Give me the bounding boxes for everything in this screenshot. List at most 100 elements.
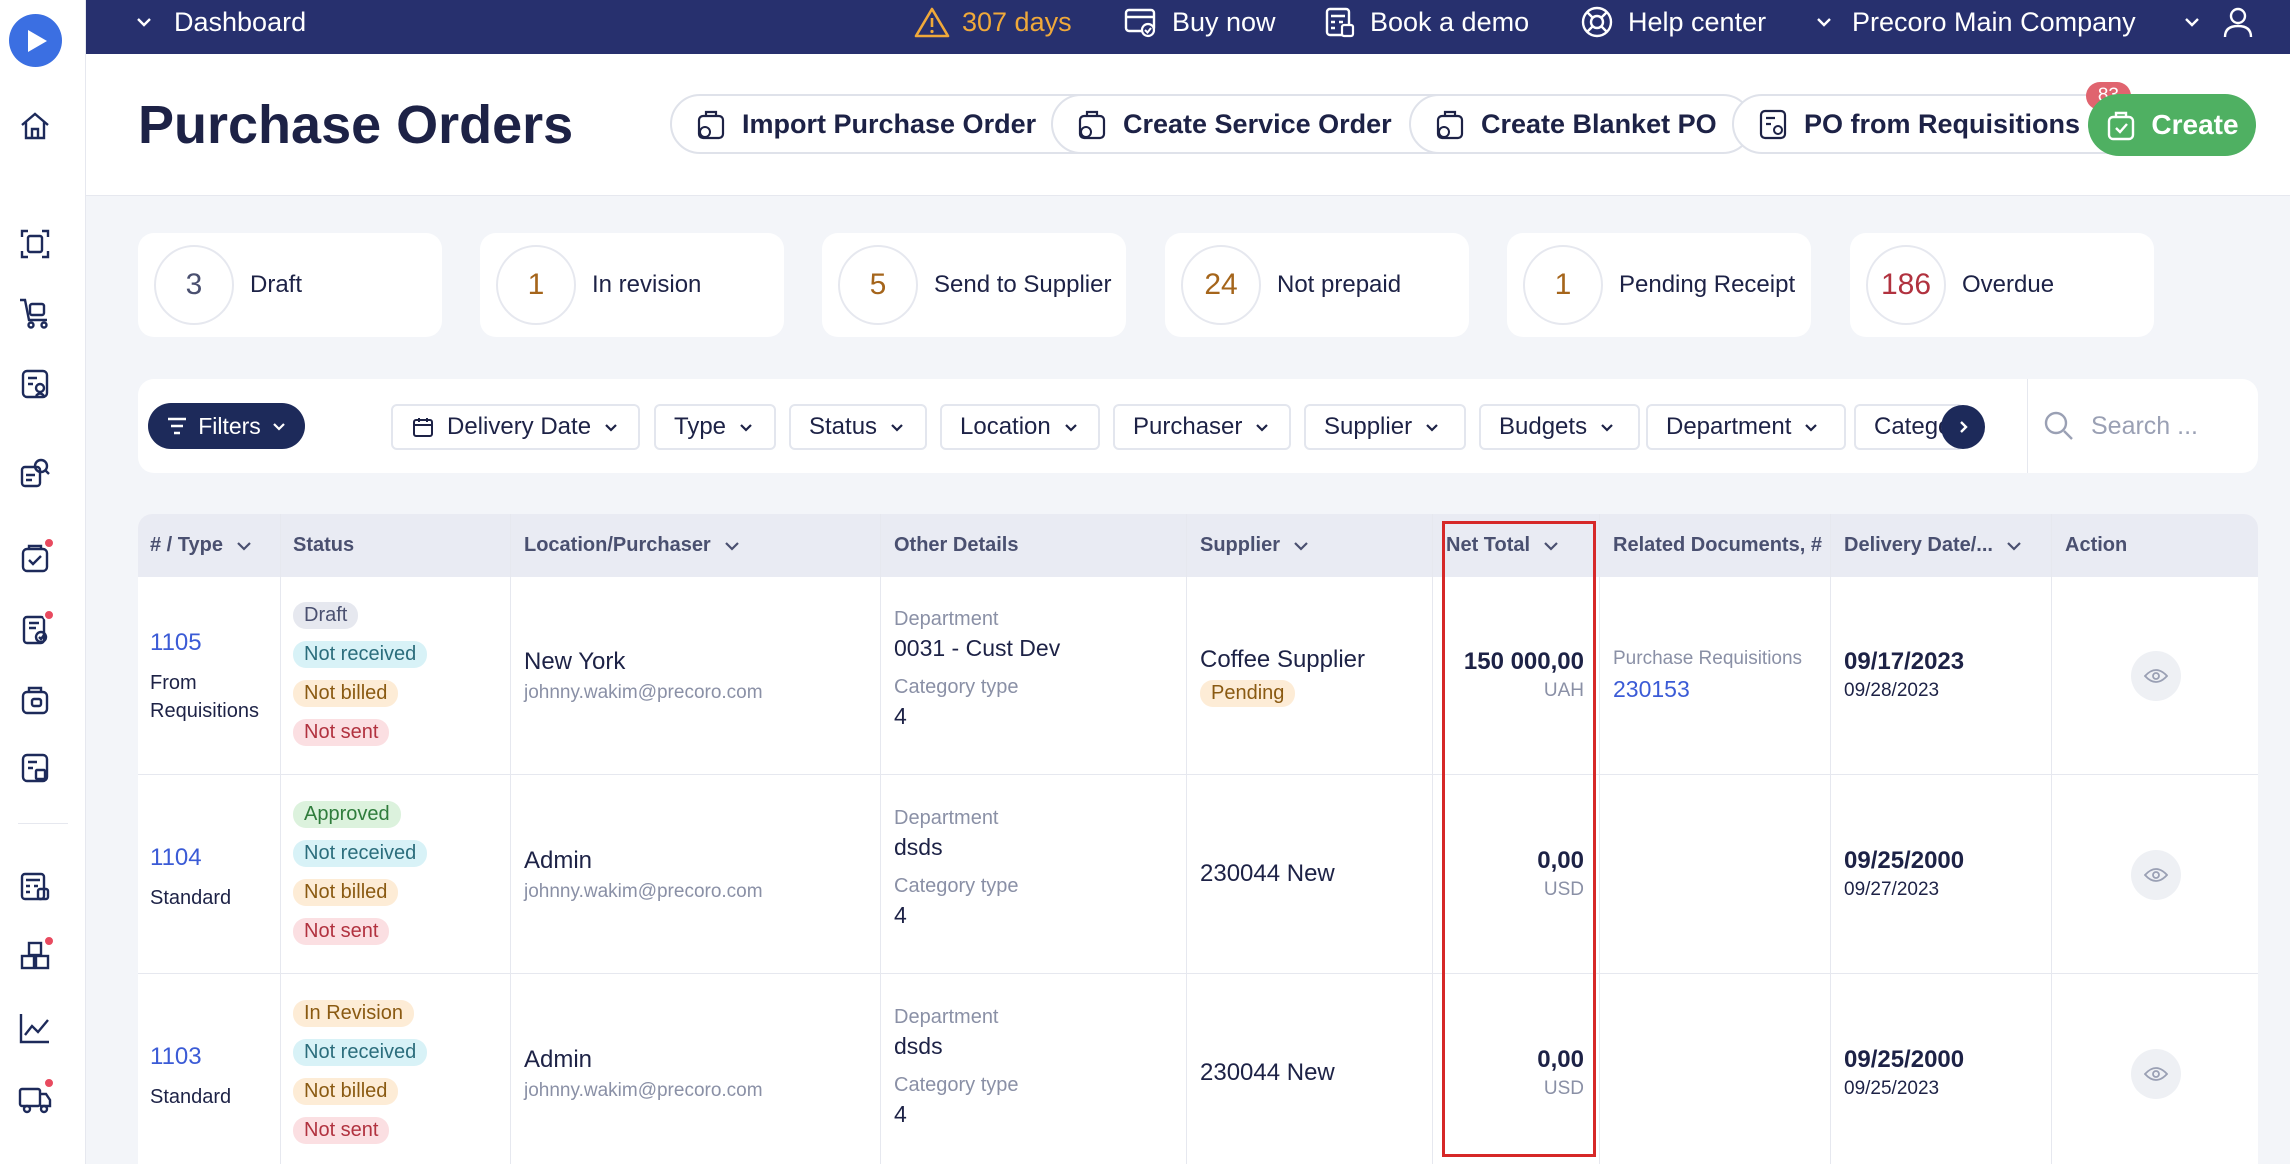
column-label: # / Type: [150, 534, 223, 556]
status-card-not-prepaid[interactable]: 24 Not prepaid: [1165, 233, 1469, 337]
search-document-icon[interactable]: [17, 455, 53, 491]
status-card-overdue[interactable]: 186 Overdue: [1850, 233, 2154, 337]
filter-lines-icon: [168, 417, 187, 435]
buy-now-label: Buy now: [1172, 6, 1276, 37]
status-badge: Approved: [293, 801, 401, 828]
purchase-orders-icon[interactable]: [17, 537, 55, 576]
chevron-down-icon: [2007, 541, 2021, 551]
company-switcher[interactable]: Precoro Main Company: [1814, 0, 2136, 44]
category-type-label: Category type: [894, 676, 1019, 698]
chevron-down-icon: [740, 424, 752, 432]
filter-label: Catego: [1874, 413, 1952, 440]
cart-icon[interactable]: [17, 295, 53, 331]
lifebuoy-icon: [1581, 6, 1613, 38]
budget-calculator-icon[interactable]: [17, 868, 53, 904]
status-filter[interactable]: Status: [789, 404, 927, 450]
po-number-link[interactable]: 1105: [150, 629, 259, 657]
delivery-date-filter[interactable]: Delivery Date: [391, 404, 640, 450]
related-document-link[interactable]: 230153: [1613, 676, 1802, 703]
user-menu[interactable]: [2182, 0, 2254, 44]
view-button[interactable]: [2131, 651, 2181, 701]
receipt-check-icon[interactable]: [17, 609, 55, 648]
column-divider: [280, 514, 281, 1164]
department-label: Department: [894, 1006, 999, 1028]
location-filter[interactable]: Location: [940, 404, 1100, 450]
requisition-icon[interactable]: [17, 366, 53, 402]
wallet-icon[interactable]: [17, 682, 53, 718]
column-header-location-purchaser[interactable]: Location/Purchaser: [524, 514, 741, 577]
filter-label: Location: [960, 413, 1051, 440]
precoro-logo[interactable]: [9, 14, 62, 67]
chevron-down-icon: [1817, 18, 1831, 27]
status-badge: Not received: [293, 641, 428, 668]
search-box: [2043, 403, 2241, 449]
search-input[interactable]: [2091, 411, 2241, 441]
home-icon[interactable]: [17, 108, 53, 144]
purchaser-email: johnny.wakim@precoro.com: [524, 881, 763, 902]
column-divider: [1599, 514, 1600, 1164]
type-filter[interactable]: Type: [654, 404, 776, 450]
card-check-icon: [1124, 8, 1156, 38]
inventory-boxes-icon[interactable]: [17, 935, 55, 974]
trial-days-text: 307 days: [962, 6, 1072, 37]
filter-label: Status: [809, 413, 878, 440]
service-bag-icon: [1078, 110, 1106, 140]
chevron-down-icon: [273, 423, 285, 431]
filters-button[interactable]: Filters: [148, 403, 305, 449]
category-type-value: 4: [894, 1101, 907, 1127]
view-button[interactable]: [2131, 1049, 2181, 1099]
filters-scroll-right-button[interactable]: [1941, 405, 1985, 449]
notification-dot: [43, 935, 55, 947]
column-divider: [2051, 514, 2052, 1164]
create-button[interactable]: Create: [2088, 94, 2256, 156]
column-divider: [1186, 514, 1187, 1164]
chevron-down-icon: [724, 541, 739, 551]
status-label: In revision: [592, 271, 702, 298]
buy-now-link[interactable]: Buy now: [1124, 0, 1276, 44]
budgets-filter[interactable]: Budgets: [1479, 404, 1640, 450]
delivery-truck-icon[interactable]: [17, 1077, 55, 1116]
column-header-supplier[interactable]: Supplier: [1200, 514, 1310, 577]
view-button[interactable]: [2131, 850, 2181, 900]
net-total-highlight-box: [1442, 521, 1596, 1157]
department-filter[interactable]: Department: [1646, 404, 1846, 450]
calendar-icon: [413, 418, 433, 437]
purchaser-filter[interactable]: Purchaser: [1113, 404, 1291, 450]
department-label: Department: [894, 807, 999, 829]
po-from-requisitions-button[interactable]: PO from Requisitions 83: [1732, 82, 2145, 154]
filters-label: Filters: [198, 412, 261, 439]
status-card-in-revision[interactable]: 1 In revision: [480, 233, 784, 337]
status-count: 3: [154, 245, 234, 325]
column-header-delivery-date[interactable]: Delivery Date/...: [1844, 514, 2023, 577]
help-center-link[interactable]: Help center: [1580, 0, 1766, 44]
trial-days-indicator[interactable]: 307 days: [914, 0, 1072, 44]
supplier-filter[interactable]: Supplier: [1304, 404, 1466, 450]
status-badge: Not sent: [293, 1117, 390, 1144]
status-card-draft[interactable]: 3 Draft: [138, 233, 442, 337]
status-card-send-to-supplier[interactable]: 5 Send to Supplier: [822, 233, 1126, 337]
status-card-pending-receipt[interactable]: 1 Pending Receipt: [1507, 233, 1811, 337]
location-name: New York: [524, 648, 626, 675]
status-badge: Draft: [293, 602, 359, 629]
column-divider: [1432, 514, 1433, 1164]
dashboard-label: Dashboard: [174, 6, 307, 37]
delivery-date: 09/25/2000: [1844, 847, 1965, 874]
chevron-down-icon: [1805, 424, 1818, 432]
po-type: Standard: [150, 1083, 231, 1111]
location-name: Admin: [524, 1046, 593, 1073]
po-from-requisitions-label: PO from Requisitions: [1804, 108, 2081, 139]
invoice-icon[interactable]: [17, 750, 53, 786]
po-number-link[interactable]: 1103: [150, 1043, 231, 1071]
create-blanket-po-button[interactable]: Create Blanket PO: [1409, 94, 1753, 154]
book-demo-link[interactable]: Book a demo: [1324, 0, 1529, 44]
po-number-link[interactable]: 1104: [150, 844, 231, 872]
sidebar: [0, 0, 86, 1164]
status-badge: Not billed: [293, 879, 399, 906]
delivery-date-secondary: 09/28/2023: [1844, 680, 1940, 701]
scan-document-icon[interactable]: [17, 226, 53, 262]
dashboard-menu[interactable]: Dashboard: [134, 0, 306, 44]
warning-icon: [914, 7, 950, 38]
analytics-icon[interactable]: [17, 1010, 53, 1046]
department-value: 0031 - Cust Dev: [894, 635, 1061, 661]
column-header-number-type[interactable]: # / Type: [150, 514, 253, 577]
